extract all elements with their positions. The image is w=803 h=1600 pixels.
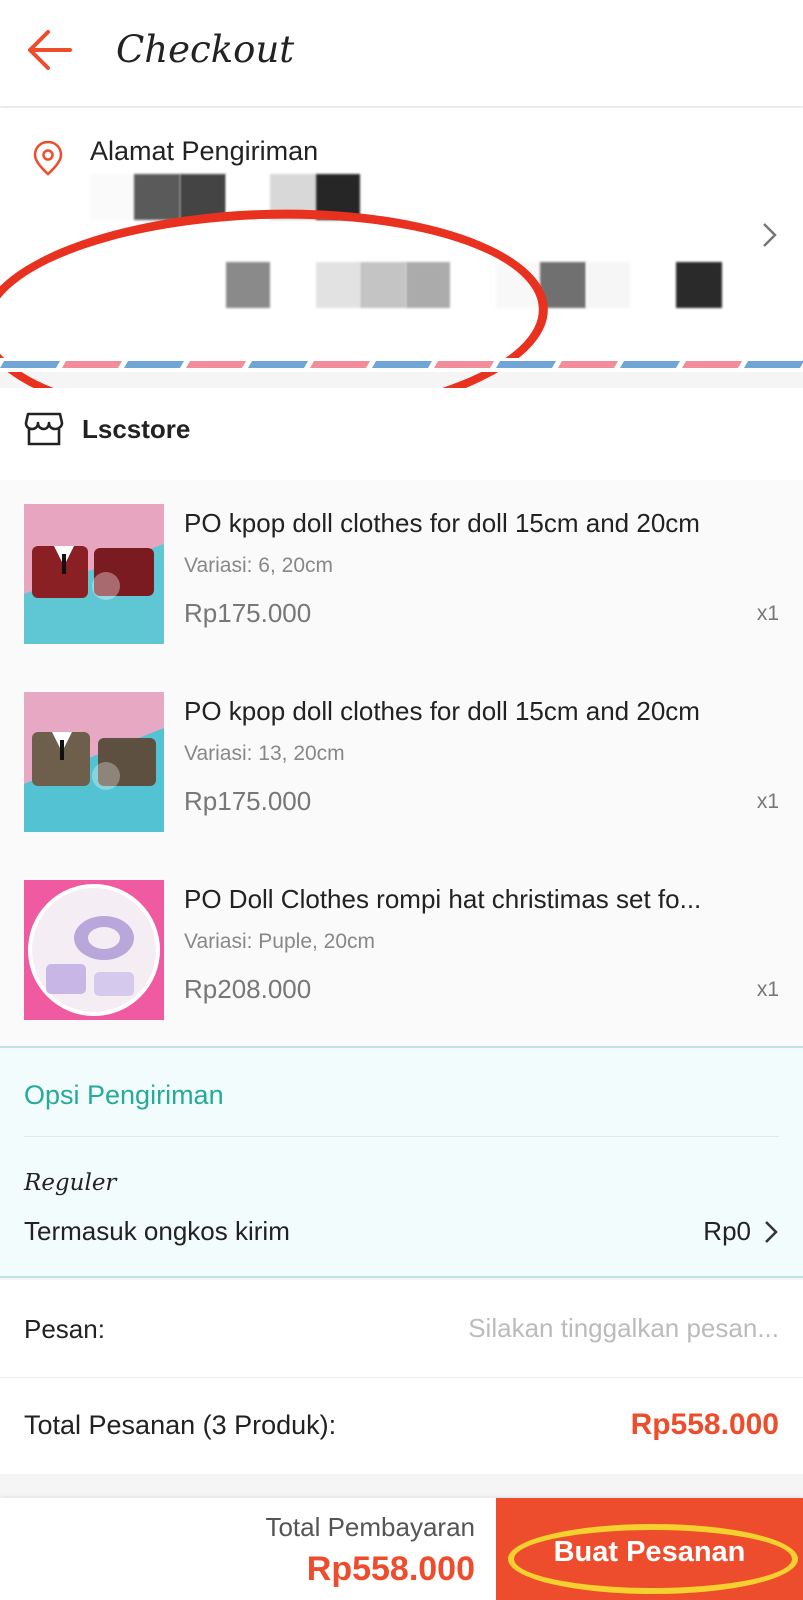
message-row: Pesan: bbox=[0, 1280, 803, 1378]
order-total-row: Total Pesanan (3 Produk): Rp558.000 bbox=[0, 1378, 803, 1474]
top-bar: Checkout bbox=[0, 0, 803, 106]
product-name: PO Doll Clothes rompi hat christimas set… bbox=[184, 884, 702, 914]
product-image bbox=[24, 504, 164, 644]
product-price: Rp208.000 bbox=[184, 974, 312, 1004]
product-name: PO kpop doll clothes for doll 15cm and 2… bbox=[184, 696, 700, 726]
product-list: PO kpop doll clothes for doll 15cm and 2… bbox=[0, 480, 803, 1046]
product-name: PO kpop doll clothes for doll 15cm and 2… bbox=[184, 508, 700, 538]
shipping-address-section[interactable]: Alamat Pengiriman bbox=[0, 108, 803, 436]
chevron-right-icon[interactable] bbox=[760, 220, 780, 250]
product-quantity: x1 bbox=[756, 602, 779, 625]
airmail-border bbox=[0, 358, 803, 372]
store-icon bbox=[24, 410, 64, 448]
store-name: Lscstore bbox=[82, 414, 191, 444]
total-payment-label: Total Pembayaran bbox=[265, 1512, 475, 1542]
store-header: Lscstore bbox=[0, 388, 803, 480]
message-label: Pesan: bbox=[24, 1314, 105, 1344]
message-input[interactable] bbox=[339, 1306, 779, 1350]
shipping-cost: Rp0 bbox=[703, 1216, 751, 1246]
place-order-button[interactable]: Buat Pesanan bbox=[496, 1498, 803, 1600]
product-variation: Variasi: 13, 20cm bbox=[184, 742, 345, 765]
product-image bbox=[24, 880, 164, 1020]
product-price: Rp175.000 bbox=[184, 598, 312, 628]
product-price: Rp175.000 bbox=[184, 786, 312, 816]
product-variation: Variasi: 6, 20cm bbox=[184, 554, 333, 577]
location-pin-icon bbox=[30, 138, 66, 178]
product-variation: Variasi: Puple, 20cm bbox=[184, 930, 376, 953]
divider bbox=[24, 1136, 779, 1137]
place-order-label: Buat Pesanan bbox=[553, 1536, 746, 1568]
address-label: Alamat Pengiriman bbox=[90, 136, 319, 166]
back-arrow-icon[interactable] bbox=[22, 24, 78, 76]
product-quantity: x1 bbox=[756, 790, 779, 813]
product-item[interactable]: PO kpop doll clothes for doll 15cm and 2… bbox=[0, 668, 803, 856]
product-quantity: x1 bbox=[756, 978, 779, 1001]
product-item[interactable]: PO kpop doll clothes for doll 15cm and 2… bbox=[0, 480, 803, 668]
order-total-label: Total Pesanan (3 Produk): bbox=[24, 1410, 337, 1440]
product-item[interactable]: PO Doll Clothes rompi hat christimas set… bbox=[0, 856, 803, 1044]
chevron-right-icon[interactable] bbox=[762, 1218, 780, 1246]
page-title: Checkout bbox=[116, 28, 295, 71]
checkout-bottom-bar: Total Pembayaran Rp558.000 Buat Pesanan bbox=[0, 1498, 803, 1600]
total-payment-value: Rp558.000 bbox=[306, 1550, 475, 1588]
shipping-options-section[interactable]: Opsi Pengiriman Reguler Termasuk ongkos … bbox=[0, 1046, 803, 1278]
shipping-description: Termasuk ongkos kirim bbox=[24, 1216, 290, 1246]
order-total-value: Rp558.000 bbox=[630, 1408, 779, 1441]
shipping-type: Reguler bbox=[24, 1170, 117, 1196]
product-image bbox=[24, 692, 164, 832]
shipping-options-title: Opsi Pengiriman bbox=[24, 1080, 224, 1110]
